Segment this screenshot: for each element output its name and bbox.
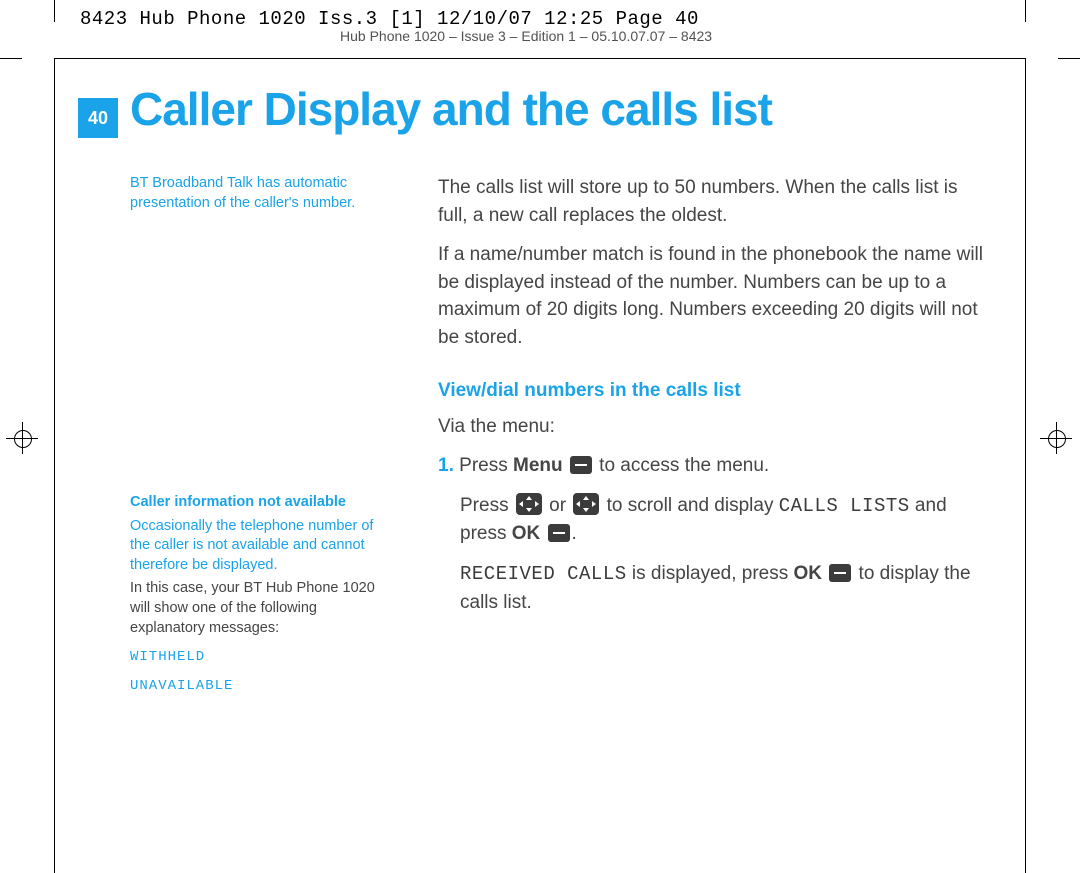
crop-mark xyxy=(1058,58,1080,59)
crop-mark xyxy=(0,58,22,59)
step-number: 1. xyxy=(438,455,454,476)
registration-mark-icon xyxy=(1044,426,1070,452)
lcd-message: UNAVAILABLE xyxy=(130,677,380,696)
crop-mark xyxy=(54,0,55,22)
key-label: Menu xyxy=(513,455,563,476)
step-text: Press xyxy=(460,495,514,516)
body-paragraph: The calls list will store up to 50 numbe… xyxy=(438,174,992,229)
key-label: OK xyxy=(794,563,823,584)
side-note-heading: Caller information not available xyxy=(130,494,346,510)
registration-mark-icon xyxy=(10,426,36,452)
step-text: to access the menu. xyxy=(594,455,769,476)
nav-icon xyxy=(516,493,542,515)
body-paragraph: If a name/number match is found in the p… xyxy=(438,241,992,351)
body-paragraph: Via the menu: xyxy=(438,413,992,441)
softkey-icon xyxy=(829,564,851,582)
side-note-body: Occasionally the telephone number of the… xyxy=(130,517,380,576)
print-subheader: Hub Phone 1020 – Issue 3 – Edition 1 – 0… xyxy=(340,28,712,44)
lcd-text: RECEIVED CALLS xyxy=(460,563,627,585)
step-line: RECEIVED CALLS is displayed, press OK to… xyxy=(438,560,992,616)
step-text: Press xyxy=(459,455,513,476)
nav-icon xyxy=(573,493,599,515)
print-header: 8423 Hub Phone 1020 Iss.3 [1] 12/10/07 1… xyxy=(80,8,699,30)
step-text: . xyxy=(572,523,577,544)
step-text: or xyxy=(544,495,571,516)
step-line: 1. Press Menu to access the menu. xyxy=(438,452,992,480)
softkey-icon xyxy=(570,456,592,474)
page-title: Caller Display and the calls list xyxy=(130,82,772,136)
section-heading: View/dial numbers in the calls list xyxy=(438,377,992,405)
step-line: Press or to scroll and display CALLS LIS… xyxy=(438,492,992,548)
lcd-text: CALLS LISTS xyxy=(779,495,910,517)
key-label: OK xyxy=(512,523,541,544)
side-note: BT Broadband Talk has automatic presenta… xyxy=(130,174,380,213)
softkey-icon xyxy=(548,524,570,542)
side-note-body: In this case, your BT Hub Phone 1020 wil… xyxy=(130,579,380,638)
step-text: is displayed, press xyxy=(627,563,794,584)
page-number-badge: 40 xyxy=(78,98,118,138)
step-text: to scroll and display xyxy=(601,495,778,516)
crop-mark xyxy=(1025,0,1026,22)
lcd-message: WITHHELD xyxy=(130,648,380,667)
